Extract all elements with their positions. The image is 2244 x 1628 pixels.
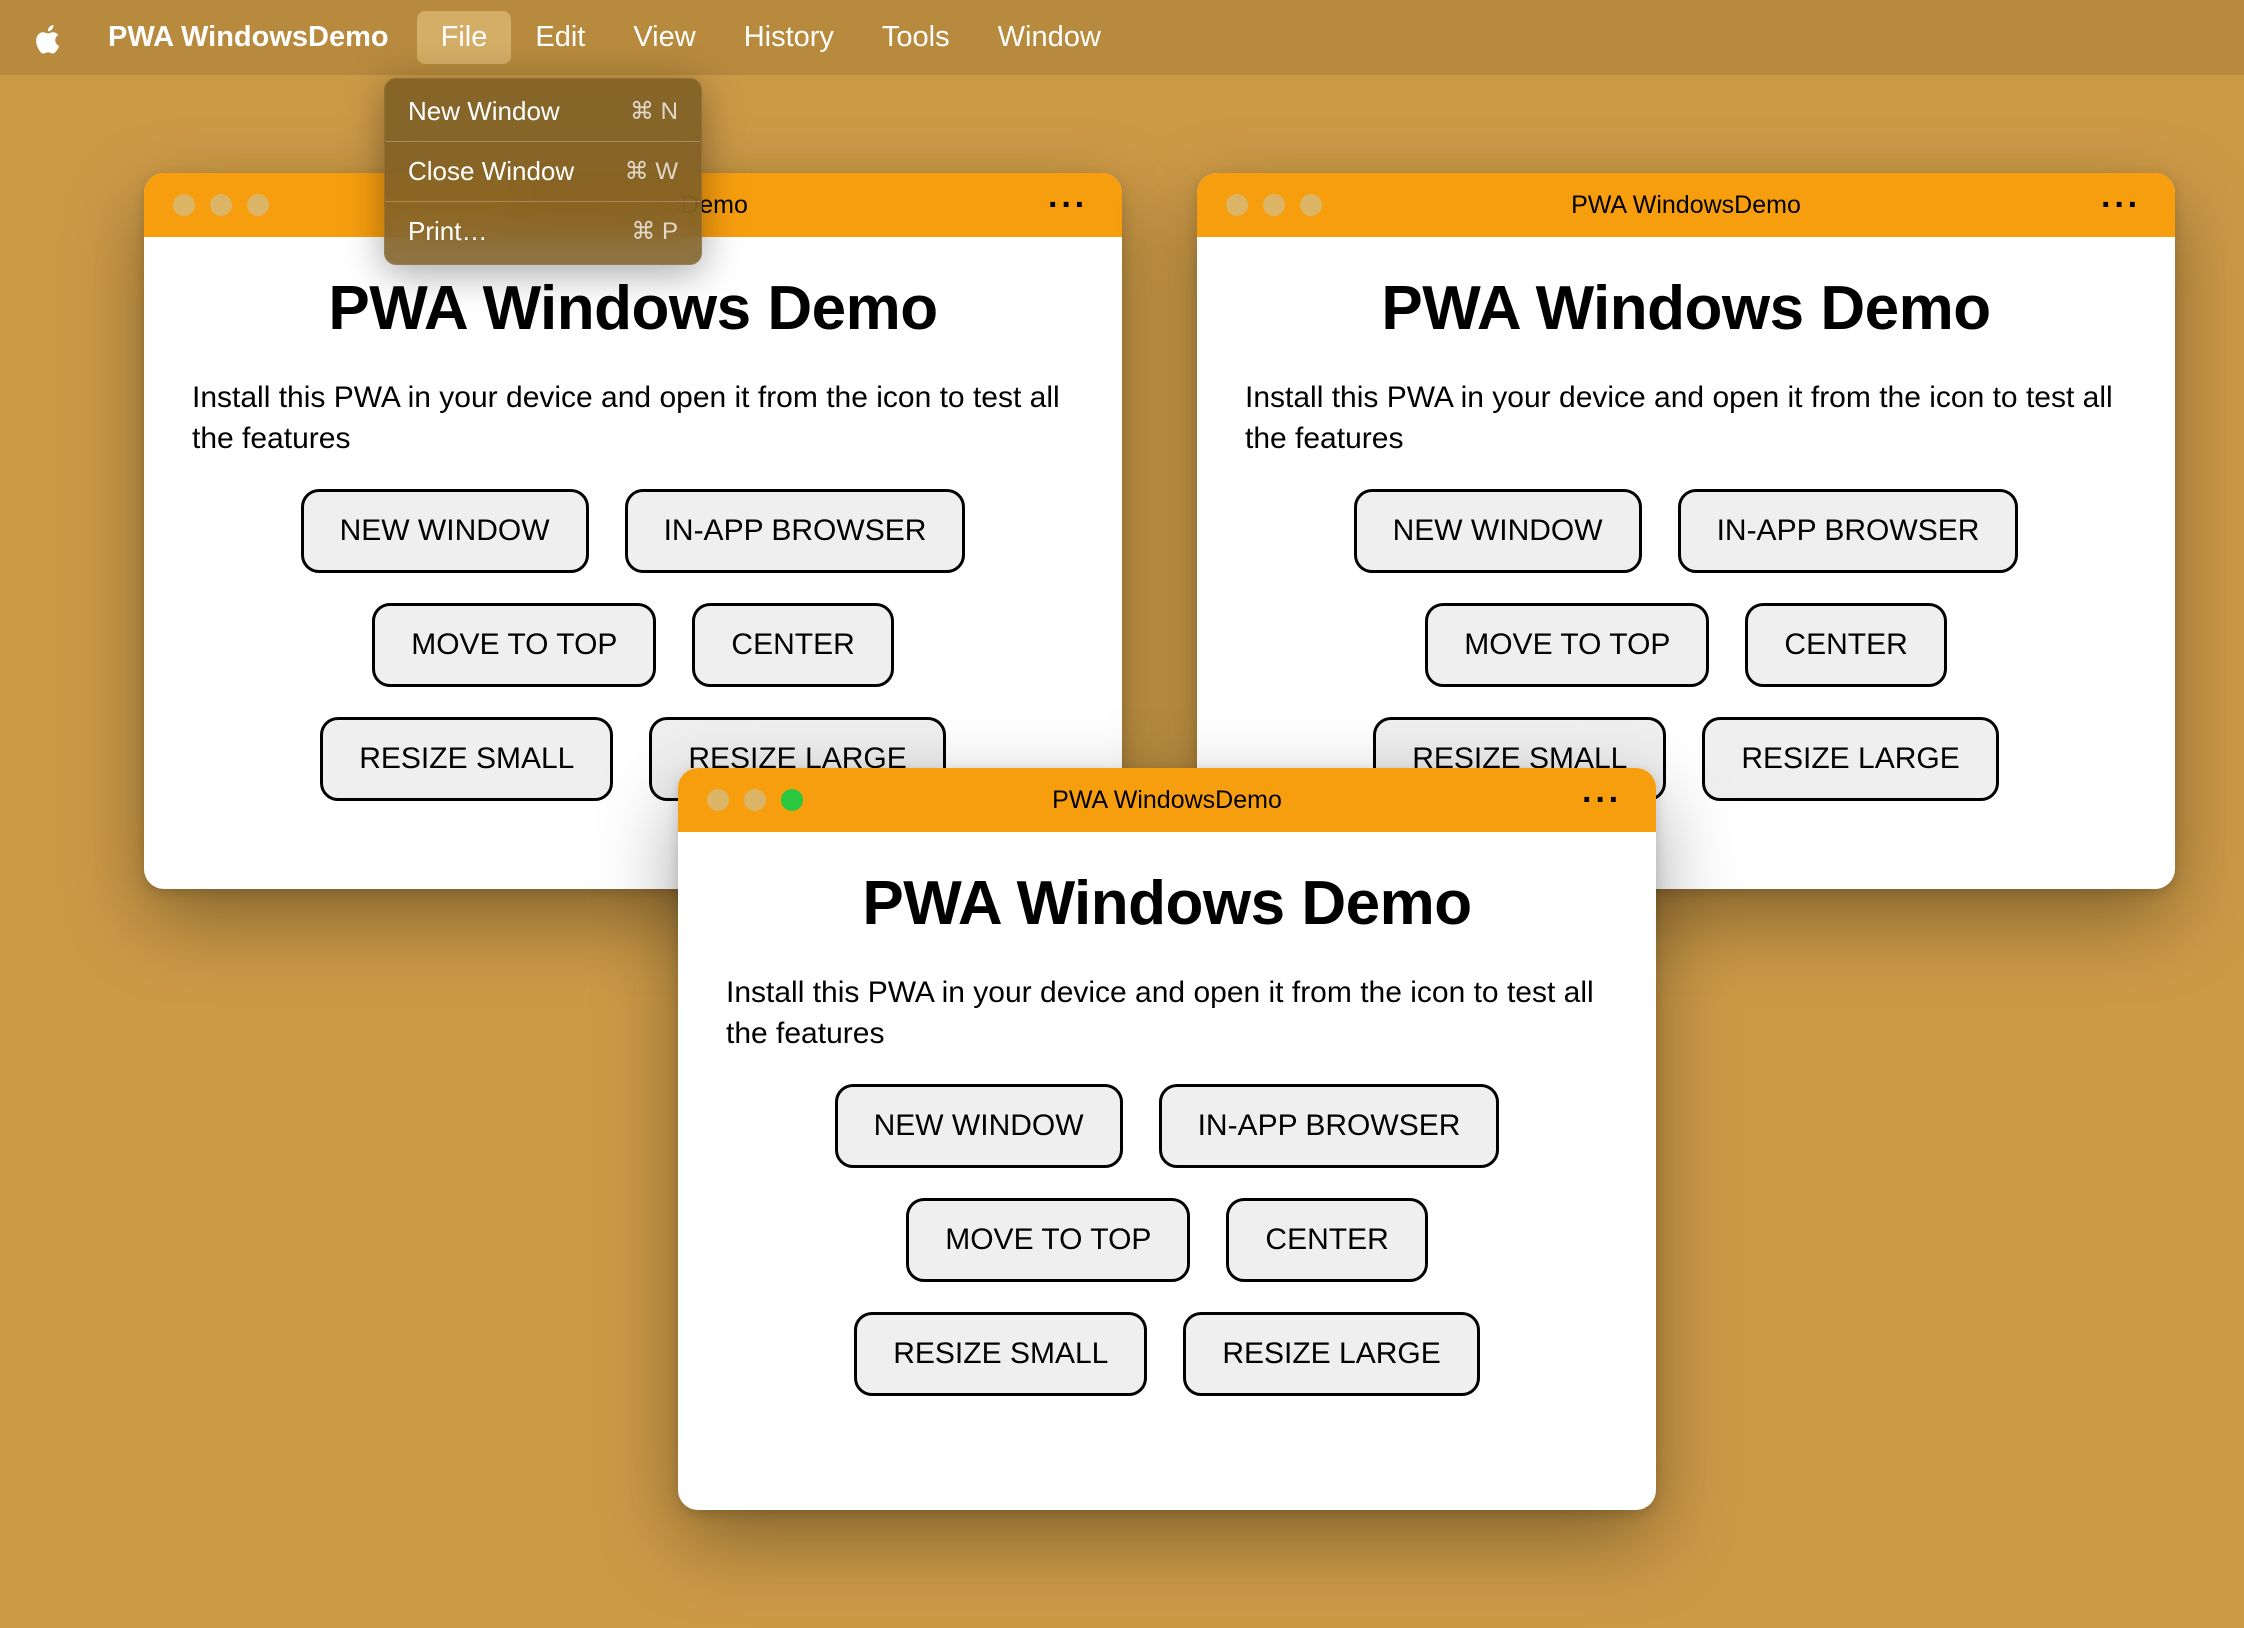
- resize-large-button[interactable]: RESIZE LARGE: [1702, 717, 1998, 801]
- menu-item-print[interactable]: Print… ⌘ P: [384, 206, 702, 257]
- maximize-icon[interactable]: [781, 789, 803, 811]
- page-description: Install this PWA in your device and open…: [1245, 378, 2127, 459]
- apple-logo-icon[interactable]: [28, 18, 68, 58]
- menu-item-label: New Window: [408, 96, 560, 127]
- menubar-item-edit[interactable]: Edit: [511, 11, 609, 64]
- move-to-top-button[interactable]: MOVE TO TOP: [906, 1198, 1190, 1282]
- resize-small-button[interactable]: RESIZE SMALL: [854, 1312, 1147, 1396]
- new-window-button[interactable]: NEW WINDOW: [301, 489, 589, 573]
- move-to-top-button[interactable]: MOVE TO TOP: [1425, 603, 1709, 687]
- button-grid: NEW WINDOW IN-APP BROWSER MOVE TO TOP CE…: [1245, 489, 2127, 801]
- minimize-icon[interactable]: [744, 789, 766, 811]
- window-title: PWA WindowsDemo: [1571, 191, 1801, 220]
- page-description: Install this PWA in your device and open…: [192, 378, 1074, 459]
- maximize-icon[interactable]: [247, 194, 269, 216]
- traffic-lights: [1226, 194, 1322, 216]
- page-description: Install this PWA in your device and open…: [726, 973, 1608, 1054]
- file-menu-dropdown: New Window ⌘ N Close Window ⌘ W Print… ⌘…: [384, 78, 702, 265]
- button-grid: NEW WINDOW IN-APP BROWSER MOVE TO TOP CE…: [726, 1084, 1608, 1396]
- window-content: PWA Windows Demo Install this PWA in you…: [144, 237, 1122, 837]
- maximize-icon[interactable]: [1300, 194, 1322, 216]
- resize-small-button[interactable]: RESIZE SMALL: [320, 717, 613, 801]
- menubar-item-window[interactable]: Window: [974, 11, 1125, 64]
- menu-item-close-window[interactable]: Close Window ⌘ W: [384, 146, 702, 197]
- traffic-lights: [173, 194, 269, 216]
- new-window-button[interactable]: NEW WINDOW: [1354, 489, 1642, 573]
- center-button[interactable]: CENTER: [1226, 1198, 1427, 1282]
- window-titlebar[interactable]: PWA WindowsDemo ···: [678, 768, 1656, 832]
- new-window-button[interactable]: NEW WINDOW: [835, 1084, 1123, 1168]
- menubar-item-view[interactable]: View: [609, 11, 719, 64]
- menu-item-shortcut: ⌘ P: [631, 217, 678, 246]
- in-app-browser-button[interactable]: IN-APP BROWSER: [625, 489, 966, 573]
- in-app-browser-button[interactable]: IN-APP BROWSER: [1159, 1084, 1500, 1168]
- in-app-browser-button[interactable]: IN-APP BROWSER: [1678, 489, 2019, 573]
- window-content: PWA Windows Demo Install this PWA in you…: [1197, 237, 2175, 837]
- menu-item-label: Close Window: [408, 156, 574, 187]
- minimize-icon[interactable]: [210, 194, 232, 216]
- menubar-item-tools[interactable]: Tools: [858, 11, 974, 64]
- center-button[interactable]: CENTER: [692, 603, 893, 687]
- menu-item-shortcut: ⌘ N: [630, 97, 678, 126]
- page-title: PWA Windows Demo: [1245, 273, 2127, 344]
- close-icon[interactable]: [707, 789, 729, 811]
- window-titlebar[interactable]: PWA WindowsDemo ···: [1197, 173, 2175, 237]
- menu-item-shortcut: ⌘ W: [625, 157, 678, 186]
- page-title: PWA Windows Demo: [726, 868, 1608, 939]
- traffic-lights: [707, 789, 803, 811]
- menubar-app-name[interactable]: PWA WindowsDemo: [88, 11, 409, 64]
- close-icon[interactable]: [173, 194, 195, 216]
- close-icon[interactable]: [1226, 194, 1248, 216]
- button-grid: NEW WINDOW IN-APP BROWSER MOVE TO TOP CE…: [192, 489, 1074, 801]
- app-window-front[interactable]: PWA WindowsDemo ··· PWA Windows Demo Ins…: [678, 768, 1656, 1510]
- minimize-icon[interactable]: [1263, 194, 1285, 216]
- menubar-item-file[interactable]: File: [417, 11, 512, 64]
- window-content: PWA Windows Demo Install this PWA in you…: [678, 832, 1656, 1432]
- menu-divider: [386, 141, 700, 142]
- move-to-top-button[interactable]: MOVE TO TOP: [372, 603, 656, 687]
- resize-large-button[interactable]: RESIZE LARGE: [1183, 1312, 1479, 1396]
- center-button[interactable]: CENTER: [1745, 603, 1946, 687]
- menu-item-new-window[interactable]: New Window ⌘ N: [384, 86, 702, 137]
- menubar-item-history[interactable]: History: [720, 11, 858, 64]
- menubar: PWA WindowsDemo File Edit View History T…: [0, 0, 2244, 75]
- menu-item-label: Print…: [408, 216, 487, 247]
- menu-divider: [386, 201, 700, 202]
- window-title: PWA WindowsDemo: [1052, 786, 1282, 815]
- page-title: PWA Windows Demo: [192, 273, 1074, 344]
